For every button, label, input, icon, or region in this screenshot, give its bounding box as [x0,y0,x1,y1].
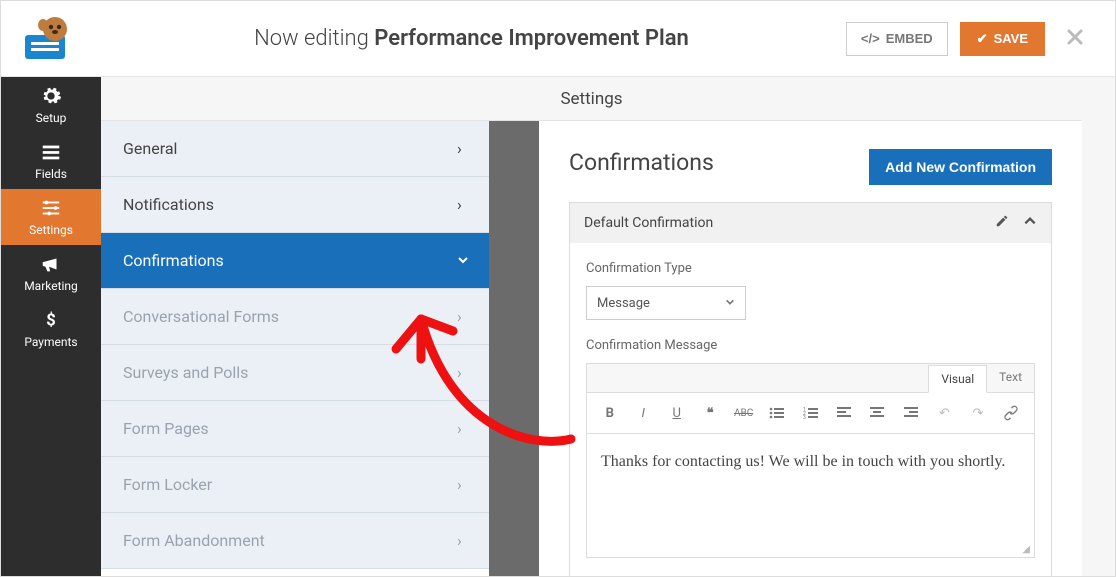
sidebar-item-label: Marketing [24,279,78,293]
panel-title: Settings [101,77,1082,121]
sidebar-item-label: Payments [24,335,77,349]
gear-icon [40,85,62,107]
bullhorn-icon [40,253,62,275]
close-builder-button[interactable] [1065,27,1085,51]
collapse-icon[interactable] [1023,214,1037,232]
blockquote-button[interactable]: ❝ [697,401,722,425]
confirmation-type-label: Confirmation Type [586,261,1035,276]
form-name: Performance Improvement Plan [374,26,689,51]
strikethrough-button[interactable]: ABC [731,401,756,425]
settings-item-confirmations[interactable]: Confirmations [101,233,489,289]
sidebar-item-fields[interactable]: Fields [1,133,101,189]
chevron-right-icon: › [457,475,467,494]
save-button-label: SAVE [994,31,1028,46]
chevron-right-icon: › [457,419,467,438]
confirmation-card: Default Confirmation Confirmation Type M… [569,202,1052,576]
confirmation-type-value: Message [597,296,650,311]
save-button[interactable]: ✔ SAVE [960,22,1045,56]
settings-item-label: Form Locker [123,475,212,494]
sidebar-item-label: Settings [29,223,73,237]
settings-item-label: Form Pages [123,419,209,438]
header-bar: Now editing Performance Improvement Plan… [1,1,1115,77]
editing-prefix: Now editing [254,26,369,51]
embed-button-label: EMBED [886,31,933,46]
confirmation-card-header[interactable]: Default Confirmation [570,203,1051,243]
embed-button[interactable]: </> EMBED [846,22,948,56]
settings-item-form-abandonment[interactable]: Form Abandonment › [101,513,489,569]
settings-item-surveys[interactable]: Surveys and Polls › [101,345,489,401]
settings-item-label: Confirmations [123,251,224,270]
numbered-list-button[interactable]: 123 [798,401,823,425]
check-icon: ✔ [977,31,988,47]
sidebar-item-label: Setup [36,111,67,125]
align-right-button[interactable] [898,401,923,425]
editor-tab-visual[interactable]: Visual [928,365,987,393]
chevron-down-icon [457,251,467,270]
sidebar-item-settings[interactable]: Settings [1,189,101,245]
settings-item-conversational[interactable]: Conversational Forms › [101,289,489,345]
close-icon [1065,27,1085,47]
settings-item-form-pages[interactable]: Form Pages › [101,401,489,457]
wpforms-logo [19,15,77,63]
settings-item-label: Form Abandonment [123,531,265,550]
link-button[interactable] [999,401,1024,425]
sidebar-item-marketing[interactable]: Marketing [1,245,101,301]
sidebar-item-label: Fields [35,167,67,181]
editor-content[interactable]: Thanks for contacting us! We will be in … [587,434,1034,544]
chevron-right-icon: › [457,531,467,550]
chevron-right-icon: › [457,307,467,326]
confirmation-message-label: Confirmation Message [586,338,1035,353]
confirmations-panel: Confirmations Add New Confirmation Defau… [539,121,1082,576]
settings-item-general[interactable]: General › [101,121,489,177]
edit-icon[interactable] [995,214,1009,232]
editor-tab-text[interactable]: Text [987,364,1034,392]
rich-text-editor: Visual Text B I U ❝ ABC 123 ↶ [586,363,1035,558]
editing-title: Now editing Performance Improvement Plan [97,26,846,51]
panel-gutter [489,121,539,576]
resize-handle[interactable]: ◢ [587,544,1034,557]
main-sidebar: Setup Fields Settings Marketing $ Paymen… [1,77,101,576]
undo-button[interactable]: ↶ [932,401,957,425]
align-center-button[interactable] [865,401,890,425]
bullet-list-button[interactable] [764,401,789,425]
settings-item-label: Conversational Forms [123,307,279,326]
editor-toolbar: B I U ❝ ABC 123 ↶ ↷ [587,393,1034,434]
confirmation-card-title: Default Confirmation [584,215,713,231]
sidebar-item-payments[interactable]: $ Payments [1,301,101,357]
redo-button[interactable]: ↷ [965,401,990,425]
settings-item-label: Notifications [123,195,214,214]
svg-text:$: $ [46,312,55,331]
dollar-icon: $ [40,309,62,331]
settings-submenu: General › Notifications › Confirmations … [101,121,489,576]
underline-button[interactable]: U [664,401,689,425]
chevron-right-icon: › [457,139,467,158]
settings-item-label: Surveys and Polls [123,363,248,382]
italic-button[interactable]: I [630,401,655,425]
confirmation-type-select[interactable]: Message [586,286,746,320]
code-icon: </> [861,31,880,46]
list-icon [40,141,62,163]
sidebar-item-setup[interactable]: Setup [1,77,101,133]
svg-text:3: 3 [803,415,806,420]
confirmations-heading: Confirmations [569,149,714,176]
settings-item-label: General [123,139,177,158]
settings-item-form-locker[interactable]: Form Locker › [101,457,489,513]
align-left-button[interactable] [831,401,856,425]
confirmation-card-body: Confirmation Type Message Confirmation M… [570,243,1051,576]
add-confirmation-button[interactable]: Add New Confirmation [869,149,1052,185]
chevron-down-icon [725,296,735,311]
chevron-right-icon: › [457,195,467,214]
bold-button[interactable]: B [597,401,622,425]
chevron-right-icon: › [457,363,467,382]
sliders-icon [40,197,62,219]
settings-item-notifications[interactable]: Notifications › [101,177,489,233]
right-margin [1082,77,1115,576]
